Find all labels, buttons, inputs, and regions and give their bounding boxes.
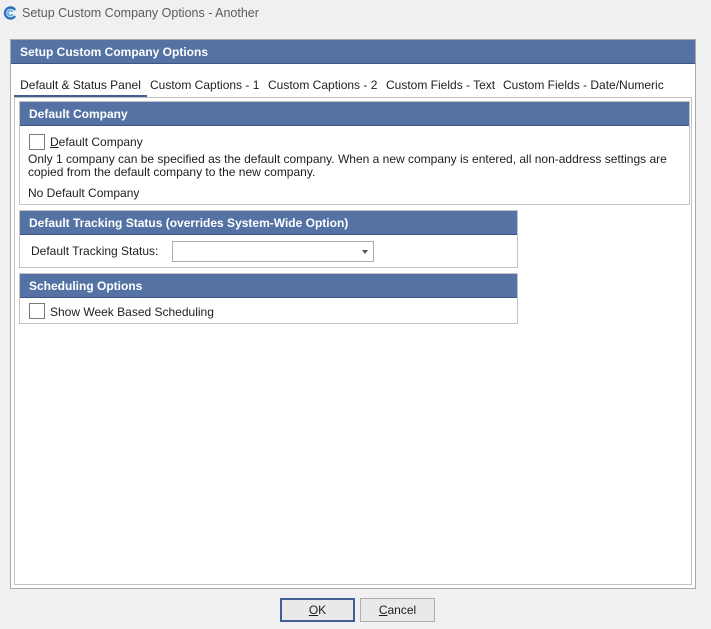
default-company-description: Only 1 company can be specified as the d… [28,152,667,179]
tab-custom-captions-2[interactable]: Custom Captions - 2 [268,72,377,97]
tracking-status-dropdown[interactable] [172,241,374,262]
tracking-status-label: Default Tracking Status: [31,244,159,258]
tab-custom-captions-1[interactable]: Custom Captions - 1 [150,72,259,97]
default-company-header: Default Company [20,102,689,126]
tab-custom-fields-text[interactable]: Custom Fields - Text [386,72,495,97]
ok-button[interactable]: OK [280,598,355,622]
default-company-checkbox[interactable] [29,134,45,150]
options-panel: Setup Custom Company Options Default & S… [10,39,696,589]
week-based-scheduling-checkbox[interactable] [29,303,45,319]
scheduling-options-group: Scheduling Options Show Week Based Sched… [19,273,518,324]
panel-title: Setup Custom Company Options [11,40,695,64]
cancel-button[interactable]: Cancel [360,598,435,622]
chevron-down-icon[interactable] [362,250,368,254]
tab-default-status-panel[interactable]: Default & Status Panel [14,72,147,97]
default-company-group: Default Company Default Company Only 1 c… [19,101,690,205]
tracking-status-group: Default Tracking Status (overrides Syste… [19,210,518,268]
tab-custom-fields-date-numeric[interactable]: Custom Fields - Date/Numeric [503,72,664,97]
window-title: Setup Custom Company Options - Another [22,6,259,20]
week-based-scheduling-label[interactable]: Show Week Based Scheduling [50,305,214,319]
tracking-status-header: Default Tracking Status (overrides Syste… [20,211,517,235]
app-logo-icon [3,6,16,20]
scheduling-options-header: Scheduling Options [20,274,517,298]
tab-strip: Default & Status Panel Custom Captions -… [14,72,694,97]
tab-content: Default Company Default Company Only 1 c… [14,97,692,585]
title-bar: Setup Custom Company Options - Another [0,0,711,28]
default-company-checkbox-label[interactable]: Default Company [50,135,143,149]
default-company-status: No Default Company [28,186,140,200]
